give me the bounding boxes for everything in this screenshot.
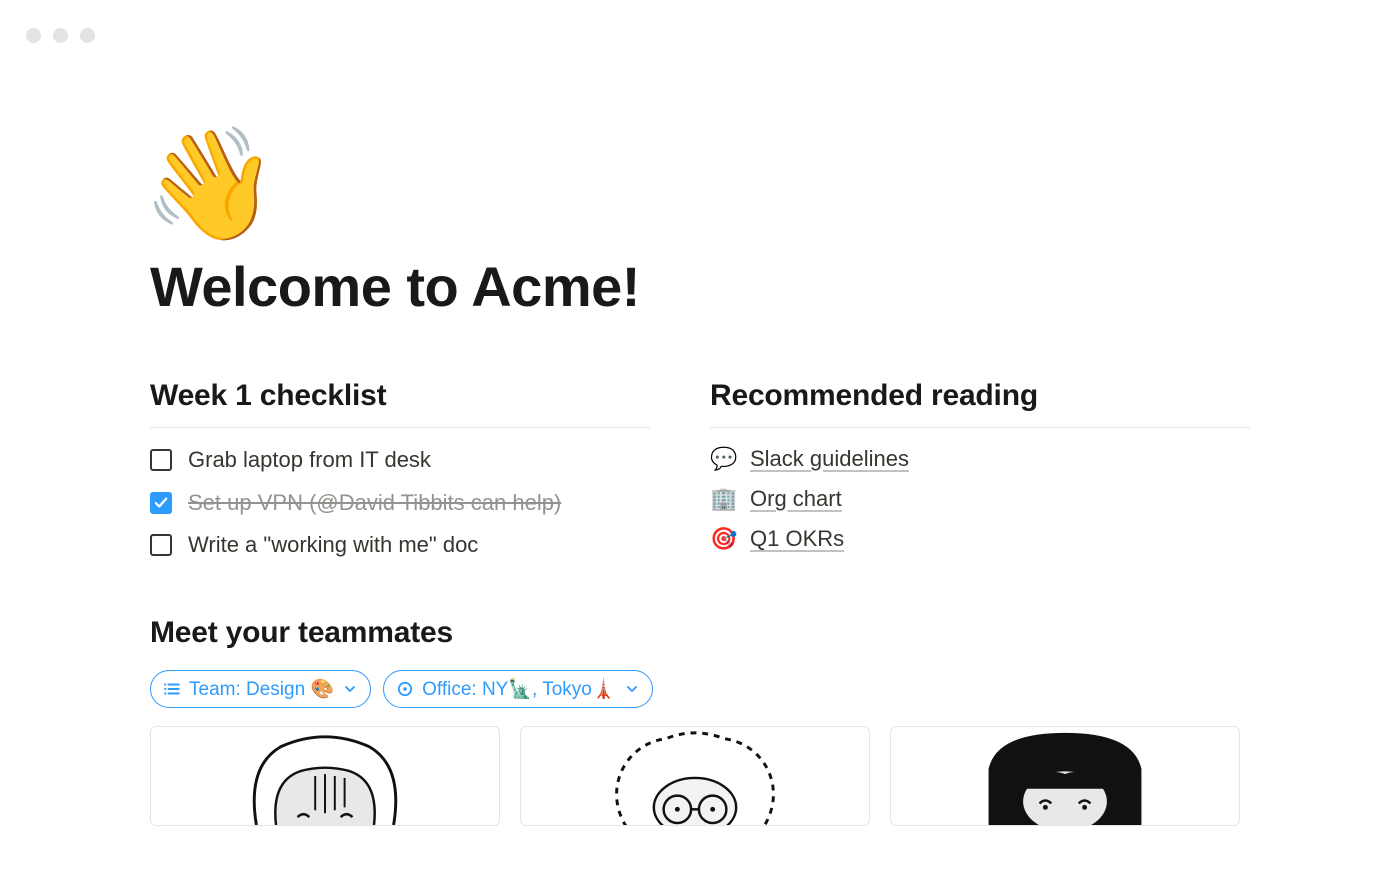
checkbox-unchecked-icon[interactable] <box>150 534 172 556</box>
checklist-section: Week 1 checklist Grab laptop from IT des… <box>150 379 650 560</box>
teammate-card[interactable] <box>520 726 870 826</box>
divider <box>150 427 650 428</box>
crosshair-icon <box>396 680 414 698</box>
list-icon <box>163 680 181 698</box>
divider <box>710 427 1250 428</box>
checklist-heading[interactable]: Week 1 checklist <box>150 379 650 413</box>
teammate-card[interactable] <box>890 726 1240 826</box>
todo-item[interactable]: Grab laptop from IT desk <box>150 446 650 475</box>
link-text[interactable]: Q1 OKRs <box>750 526 844 552</box>
checkbox-unchecked-icon[interactable] <box>150 449 172 471</box>
teammate-card[interactable] <box>150 726 500 826</box>
page-link[interactable]: 🎯 Q1 OKRs <box>710 526 1250 552</box>
speech-bubble-icon: 💬 <box>710 446 738 472</box>
window-traffic-lights <box>26 28 95 43</box>
window-dot <box>26 28 41 43</box>
page-title[interactable]: Welcome to Acme! <box>150 254 1250 319</box>
todo-text[interactable]: Set up VPN (@David Tibbits can help) <box>188 489 561 518</box>
page-link[interactable]: 🏢 Org chart <box>710 486 1250 512</box>
teammates-section: Meet your teammates Team: Design 🎨 <box>150 616 1250 826</box>
todo-text[interactable]: Grab laptop from IT desk <box>188 446 431 475</box>
target-icon: 🎯 <box>710 526 738 552</box>
filter-label: Team: Design 🎨 <box>189 677 334 701</box>
filter-office[interactable]: Office: NY🗽, Tokyo🗼 <box>383 670 652 708</box>
page-emoji-icon[interactable]: 👋 <box>142 130 279 240</box>
chevron-down-icon <box>344 683 356 695</box>
link-text[interactable]: Slack guidelines <box>750 446 909 472</box>
reading-heading[interactable]: Recommended reading <box>710 379 1250 413</box>
todo-item[interactable]: Write a "working with me" doc <box>150 531 650 560</box>
todo-text[interactable]: Write a "working with me" doc <box>188 531 478 560</box>
filter-label: Office: NY🗽, Tokyo🗼 <box>422 677 615 701</box>
teammates-heading[interactable]: Meet your teammates <box>150 616 1250 650</box>
building-icon: 🏢 <box>710 486 738 512</box>
window-dot <box>80 28 95 43</box>
page-content: 👋 Welcome to Acme! Week 1 checklist Grab… <box>150 130 1250 826</box>
window-dot <box>53 28 68 43</box>
page-link[interactable]: 💬 Slack guidelines <box>710 446 1250 472</box>
filter-team[interactable]: Team: Design 🎨 <box>150 670 371 708</box>
checkbox-checked-icon[interactable] <box>150 492 172 514</box>
link-text[interactable]: Org chart <box>750 486 842 512</box>
todo-item[interactable]: Set up VPN (@David Tibbits can help) <box>150 489 650 518</box>
reading-section: Recommended reading 💬 Slack guidelines 🏢… <box>710 379 1250 560</box>
chevron-down-icon <box>626 683 638 695</box>
